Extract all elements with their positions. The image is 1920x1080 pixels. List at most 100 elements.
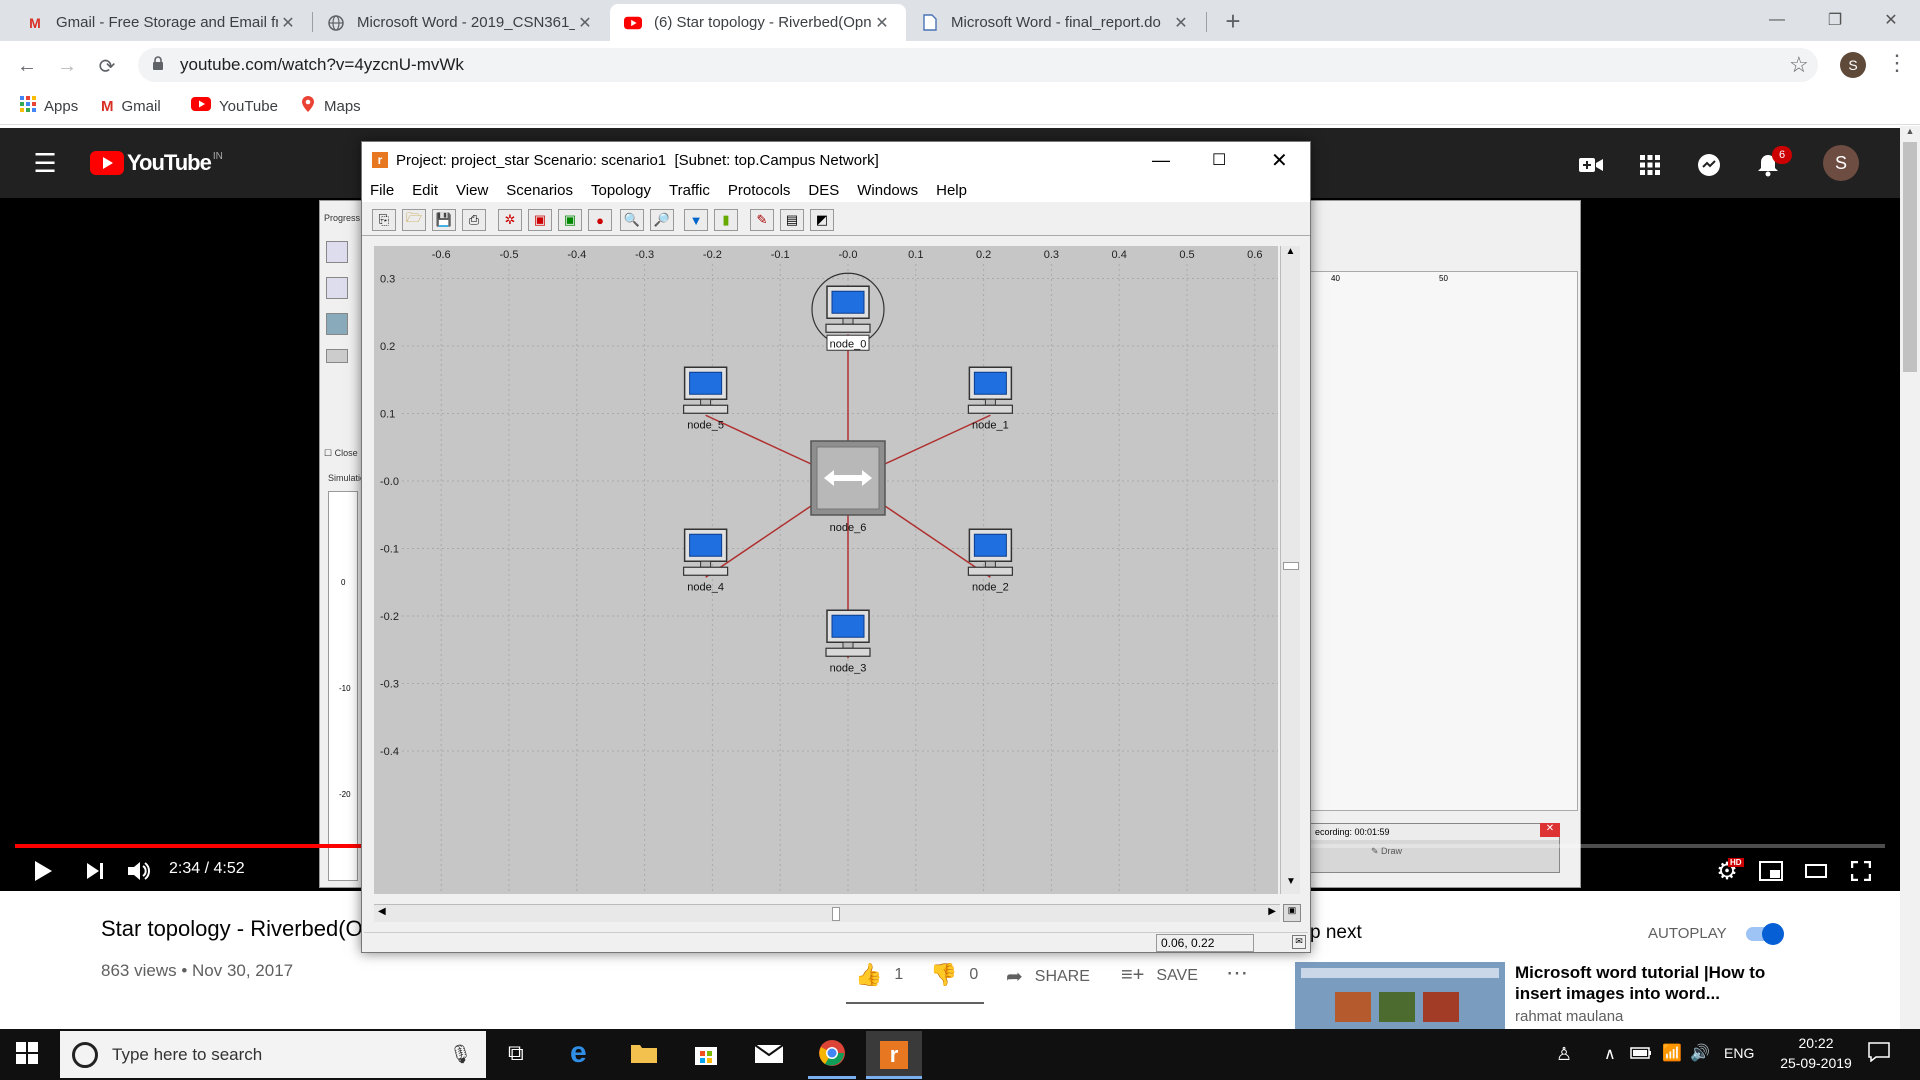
run-simulation-icon[interactable]: ▮ (714, 209, 738, 231)
close-icon[interactable]: ✕ (278, 13, 298, 33)
tab-word-csn[interactable]: Microsoft Word - 2019_CSN361_ ✕ (313, 4, 609, 41)
dislike-button[interactable]: 👎 0 (930, 962, 978, 988)
suggestion-title[interactable]: Microsoft word tutorial |How to insert i… (1515, 962, 1795, 1004)
microphone-icon[interactable]: 🎙 (449, 1044, 472, 1065)
forward-button[interactable]: → (53, 52, 81, 80)
store-icon[interactable] (693, 1040, 719, 1071)
menu-windows[interactable]: Windows (857, 182, 918, 199)
more-actions-icon[interactable]: ⋯ (1226, 960, 1248, 986)
clock-time[interactable]: 20:22 (1776, 1035, 1856, 1051)
theater-mode-icon[interactable] (1801, 856, 1831, 886)
menu-help[interactable]: Help (936, 182, 967, 199)
bookmark-star-icon[interactable]: ☆ (1789, 52, 1809, 78)
close-icon[interactable]: ✕ (575, 13, 595, 33)
edge-browser-icon[interactable]: e (570, 1036, 587, 1070)
start-windows-icon[interactable] (16, 1042, 38, 1069)
share-button[interactable]: ➦ SHARE (1006, 964, 1090, 989)
reload-button[interactable]: ⟳ (93, 52, 121, 80)
autoplay-toggle[interactable] (1746, 923, 1784, 945)
configure-discrete-event-icon[interactable]: ▼ (684, 209, 708, 231)
youtube-logo[interactable]: YouTube IN (90, 150, 223, 176)
wifi-icon[interactable]: 📶 (1662, 1043, 1682, 1063)
new-tab-button[interactable]: + (1218, 6, 1248, 36)
zoom-in-icon[interactable]: 🔍 (620, 209, 644, 231)
language-indicator[interactable]: ENG (1724, 1045, 1754, 1061)
task-view-icon[interactable]: ⧉ (508, 1040, 524, 1066)
vertical-scrollbar[interactable]: ▲ ▼ (1280, 246, 1300, 894)
save-icon[interactable]: 💾 (432, 209, 456, 231)
open-folder-icon[interactable]: 🗁 (402, 209, 426, 231)
address-bar[interactable]: youtube.com/watch?v=4yzcnU-mvWk (138, 48, 1818, 82)
scroll-up-arrow-icon[interactable]: ▲ (1900, 126, 1920, 140)
close-button[interactable]: ✕ (1271, 148, 1288, 173)
battery-icon[interactable] (1630, 1046, 1652, 1065)
clock-date[interactable]: 25-09-2019 (1766, 1055, 1866, 1071)
menu-edit[interactable]: Edit (412, 182, 438, 199)
minimize-button[interactable]: — (1152, 150, 1170, 171)
chrome-menu-icon[interactable]: ⋮ (1886, 50, 1908, 76)
play-icon[interactable] (28, 856, 58, 886)
like-button[interactable]: 👍 1 (855, 962, 903, 988)
scroll-up-arrow-icon[interactable]: ▲ (1281, 246, 1300, 264)
tab-gmail[interactable]: M Gmail - Free Storage and Email fr ✕ (12, 4, 312, 41)
menu-traffic[interactable]: Traffic (669, 182, 710, 199)
close-window-button[interactable]: ✕ (1862, 0, 1920, 40)
scrollbar-thumb[interactable] (1903, 142, 1917, 372)
tray-chevron-icon[interactable]: ∧ (1604, 1044, 1616, 1064)
bookmark-apps[interactable]: Apps (20, 94, 78, 118)
maximize-button[interactable]: ☐ (1212, 150, 1226, 170)
bookmark-gmail[interactable]: M Gmail (101, 94, 161, 118)
fullscreen-icon[interactable] (1846, 856, 1876, 886)
network-workspace[interactable]: -0.6 -0.5 -0.4 -0.3 -0.2 -0.1 -0.0 0.1 0.2 0.3 0.4… (374, 206, 1278, 894)
menu-view[interactable]: View (456, 182, 488, 199)
graph-icon[interactable]: ◩ (810, 209, 834, 231)
next-video-icon[interactable] (80, 856, 110, 886)
miniplayer-icon[interactable] (1756, 856, 1786, 886)
tab-youtube-active[interactable]: (6) Star topology - Riverbed(Opn ✕ (610, 4, 906, 41)
bookmark-maps[interactable]: Maps (300, 94, 361, 118)
overview-toggle-icon[interactable]: ▣ (1283, 904, 1301, 922)
minimize-button[interactable]: — (1748, 0, 1806, 40)
youtube-avatar[interactable]: S (1823, 145, 1859, 181)
check-links-icon[interactable]: ▣ (528, 209, 552, 231)
zoom-out-icon[interactable]: 🔎 (650, 209, 674, 231)
tab-word-final[interactable]: Microsoft Word - final_report.do ✕ (907, 4, 1205, 41)
new-icon[interactable]: ⎘ (372, 209, 396, 231)
people-icon[interactable]: ♙ (1556, 1044, 1572, 1065)
print-icon[interactable]: ⎙ (462, 209, 486, 231)
restore-button[interactable]: ❐ (1806, 0, 1864, 40)
scroll-down-arrow-icon[interactable]: ▼ (1281, 876, 1301, 894)
mail-icon[interactable] (754, 1044, 784, 1069)
message-log-icon[interactable]: ✉ (1292, 935, 1306, 949)
scroll-right-arrow-icon[interactable]: ▶ (1268, 906, 1276, 917)
menu-des[interactable]: DES (808, 182, 839, 199)
vertical-scroll-thumb[interactable] (1283, 562, 1299, 570)
menu-scenarios[interactable]: Scenarios (506, 182, 573, 199)
riverbed-opnet-taskbar-icon[interactable]: r (866, 1031, 922, 1078)
close-icon[interactable]: ✕ (872, 13, 892, 33)
save-button[interactable]: ≡+ SAVE (1121, 964, 1198, 987)
close-icon[interactable]: ✕ (1171, 13, 1191, 33)
file-explorer-icon[interactable] (630, 1042, 658, 1069)
suggestion-thumbnail[interactable] (1295, 962, 1505, 1032)
action-center-icon[interactable] (1868, 1042, 1890, 1067)
hamburger-menu-icon[interactable]: ☰ (30, 148, 60, 178)
messages-icon[interactable] (1694, 150, 1724, 180)
horizontal-scroll-thumb[interactable] (832, 907, 840, 921)
create-video-icon[interactable] (1576, 150, 1606, 180)
bookmark-youtube[interactable]: YouTube (191, 94, 278, 118)
page-scrollbar[interactable]: ▲ (1900, 126, 1920, 1029)
view-results-icon[interactable]: ✎ (750, 209, 774, 231)
apps-grid-icon[interactable] (1635, 150, 1665, 180)
menu-topology[interactable]: Topology (591, 182, 651, 199)
scroll-left-arrow-icon[interactable]: ◀ (378, 906, 386, 917)
fail-recover-icon[interactable]: ▣ (558, 209, 582, 231)
taskbar-search-box[interactable]: Type here to search 🎙 (60, 1031, 486, 1078)
chrome-taskbar-icon[interactable] (818, 1039, 846, 1072)
return-to-parent-icon[interactable]: ● (588, 209, 612, 231)
volume-icon[interactable] (124, 856, 154, 886)
object-palette-icon[interactable]: ✲ (498, 209, 522, 231)
profile-avatar[interactable]: S (1840, 52, 1866, 78)
menu-file[interactable]: File (370, 182, 394, 199)
speaker-icon[interactable]: 🔊 (1690, 1043, 1710, 1063)
